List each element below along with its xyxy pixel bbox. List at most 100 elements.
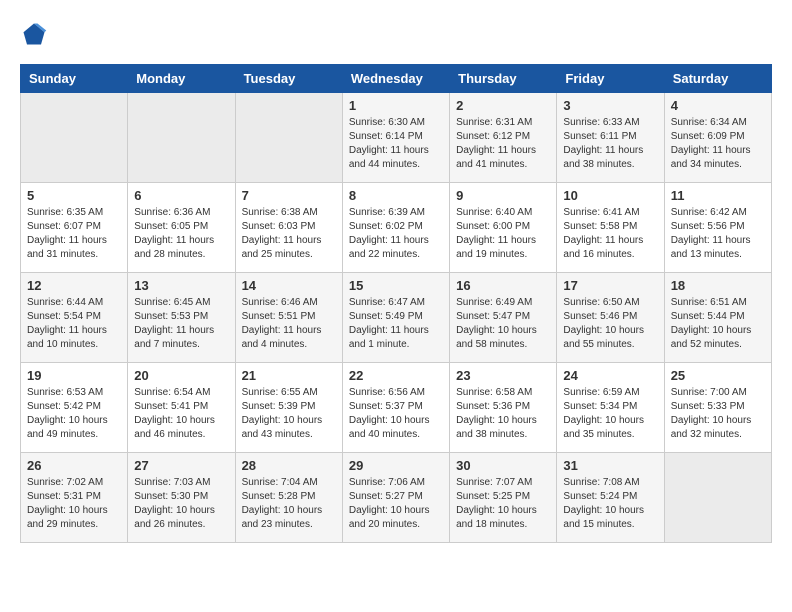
calendar-cell [21, 93, 128, 183]
day-info: Sunrise: 6:49 AM Sunset: 5:47 PM Dayligh… [456, 296, 550, 352]
calendar-cell: 11 Sunrise: 6:42 AM Sunset: 5:56 PM Dayli… [664, 183, 771, 273]
day-number: 29 [349, 458, 443, 473]
day-number: 11 [671, 188, 765, 203]
calendar-cell: 29 Sunrise: 7:06 AM Sunset: 5:27 PM Dayli… [342, 453, 449, 543]
calendar-cell: 24 Sunrise: 6:59 AM Sunset: 5:34 PM Dayli… [557, 363, 664, 453]
calendar-cell: 9 Sunrise: 6:40 AM Sunset: 6:00 PM Daylig… [450, 183, 557, 273]
calendar-cell [664, 453, 771, 543]
calendar-cell: 31 Sunrise: 7:08 AM Sunset: 5:24 PM Dayli… [557, 453, 664, 543]
day-info: Sunrise: 6:31 AM Sunset: 6:12 PM Dayligh… [456, 116, 550, 172]
calendar-table: SundayMondayTuesdayWednesdayThursdayFrid… [20, 64, 772, 543]
day-info: Sunrise: 7:07 AM Sunset: 5:25 PM Dayligh… [456, 476, 550, 532]
calendar-header-friday: Friday [557, 65, 664, 93]
calendar-cell [128, 93, 235, 183]
calendar-header-saturday: Saturday [664, 65, 771, 93]
day-number: 14 [242, 278, 336, 293]
day-number: 21 [242, 368, 336, 383]
calendar-header-row: SundayMondayTuesdayWednesdayThursdayFrid… [21, 65, 772, 93]
day-number: 26 [27, 458, 121, 473]
day-info: Sunrise: 6:50 AM Sunset: 5:46 PM Dayligh… [563, 296, 657, 352]
day-info: Sunrise: 6:36 AM Sunset: 6:05 PM Dayligh… [134, 206, 228, 262]
calendar-week-row: 5 Sunrise: 6:35 AM Sunset: 6:07 PM Daylig… [21, 183, 772, 273]
day-info: Sunrise: 6:40 AM Sunset: 6:00 PM Dayligh… [456, 206, 550, 262]
day-info: Sunrise: 6:55 AM Sunset: 5:39 PM Dayligh… [242, 386, 336, 442]
calendar-cell: 27 Sunrise: 7:03 AM Sunset: 5:30 PM Dayli… [128, 453, 235, 543]
calendar-cell: 15 Sunrise: 6:47 AM Sunset: 5:49 PM Dayli… [342, 273, 449, 363]
day-number: 15 [349, 278, 443, 293]
day-info: Sunrise: 6:54 AM Sunset: 5:41 PM Dayligh… [134, 386, 228, 442]
day-info: Sunrise: 7:03 AM Sunset: 5:30 PM Dayligh… [134, 476, 228, 532]
day-info: Sunrise: 6:47 AM Sunset: 5:49 PM Dayligh… [349, 296, 443, 352]
calendar-cell: 23 Sunrise: 6:58 AM Sunset: 5:36 PM Dayli… [450, 363, 557, 453]
day-number: 6 [134, 188, 228, 203]
calendar-cell: 10 Sunrise: 6:41 AM Sunset: 5:58 PM Dayli… [557, 183, 664, 273]
calendar-cell: 25Sunrise: 7:00 AM Sunset: 5:33 PM Dayli… [664, 363, 771, 453]
day-info: Sunrise: 6:33 AM Sunset: 6:11 PM Dayligh… [563, 116, 657, 172]
logo [20, 20, 52, 48]
calendar-week-row: 1Sunrise: 6:30 AM Sunset: 6:14 PM Daylig… [21, 93, 772, 183]
calendar-cell: 6 Sunrise: 6:36 AM Sunset: 6:05 PM Daylig… [128, 183, 235, 273]
calendar-cell: 20 Sunrise: 6:54 AM Sunset: 5:41 PM Dayli… [128, 363, 235, 453]
day-number: 7 [242, 188, 336, 203]
day-number: 3 [563, 98, 657, 113]
day-info: Sunrise: 7:08 AM Sunset: 5:24 PM Dayligh… [563, 476, 657, 532]
day-info: Sunrise: 7:00 AM Sunset: 5:33 PM Dayligh… [671, 386, 765, 442]
page-header [20, 20, 772, 48]
logo-icon [20, 20, 48, 48]
day-info: Sunrise: 6:51 AM Sunset: 5:44 PM Dayligh… [671, 296, 765, 352]
calendar-cell: 5 Sunrise: 6:35 AM Sunset: 6:07 PM Daylig… [21, 183, 128, 273]
day-number: 4 [671, 98, 765, 113]
day-info: Sunrise: 6:42 AM Sunset: 5:56 PM Dayligh… [671, 206, 765, 262]
day-info: Sunrise: 6:56 AM Sunset: 5:37 PM Dayligh… [349, 386, 443, 442]
calendar-header-wednesday: Wednesday [342, 65, 449, 93]
day-number: 17 [563, 278, 657, 293]
calendar-week-row: 19Sunrise: 6:53 AM Sunset: 5:42 PM Dayli… [21, 363, 772, 453]
day-number: 9 [456, 188, 550, 203]
calendar-cell: 3 Sunrise: 6:33 AM Sunset: 6:11 PM Daylig… [557, 93, 664, 183]
calendar-cell: 30 Sunrise: 7:07 AM Sunset: 5:25 PM Dayli… [450, 453, 557, 543]
calendar-header-thursday: Thursday [450, 65, 557, 93]
calendar-header-sunday: Sunday [21, 65, 128, 93]
day-info: Sunrise: 6:58 AM Sunset: 5:36 PM Dayligh… [456, 386, 550, 442]
calendar-cell [235, 93, 342, 183]
calendar-cell: 26 Sunrise: 7:02 AM Sunset: 5:31 PM Dayli… [21, 453, 128, 543]
day-info: Sunrise: 6:46 AM Sunset: 5:51 PM Dayligh… [242, 296, 336, 352]
calendar-week-row: 26 Sunrise: 7:02 AM Sunset: 5:31 PM Dayli… [21, 453, 772, 543]
day-number: 27 [134, 458, 228, 473]
day-number: 30 [456, 458, 550, 473]
day-info: Sunrise: 7:06 AM Sunset: 5:27 PM Dayligh… [349, 476, 443, 532]
day-info: Sunrise: 6:45 AM Sunset: 5:53 PM Dayligh… [134, 296, 228, 352]
day-number: 5 [27, 188, 121, 203]
day-info: Sunrise: 6:59 AM Sunset: 5:34 PM Dayligh… [563, 386, 657, 442]
day-number: 31 [563, 458, 657, 473]
day-info: Sunrise: 6:39 AM Sunset: 6:02 PM Dayligh… [349, 206, 443, 262]
day-number: 24 [563, 368, 657, 383]
calendar-cell: 22 Sunrise: 6:56 AM Sunset: 5:37 PM Dayli… [342, 363, 449, 453]
day-number: 12 [27, 278, 121, 293]
day-info: Sunrise: 7:02 AM Sunset: 5:31 PM Dayligh… [27, 476, 121, 532]
day-info: Sunrise: 6:53 AM Sunset: 5:42 PM Dayligh… [27, 386, 121, 442]
calendar-cell: 18Sunrise: 6:51 AM Sunset: 5:44 PM Dayli… [664, 273, 771, 363]
calendar-cell: 19Sunrise: 6:53 AM Sunset: 5:42 PM Dayli… [21, 363, 128, 453]
day-info: Sunrise: 6:30 AM Sunset: 6:14 PM Dayligh… [349, 116, 443, 172]
day-number: 22 [349, 368, 443, 383]
day-number: 23 [456, 368, 550, 383]
calendar-cell: 16 Sunrise: 6:49 AM Sunset: 5:47 PM Dayli… [450, 273, 557, 363]
calendar-cell: 14 Sunrise: 6:46 AM Sunset: 5:51 PM Dayli… [235, 273, 342, 363]
calendar-cell: 21 Sunrise: 6:55 AM Sunset: 5:39 PM Dayli… [235, 363, 342, 453]
calendar-cell: 28 Sunrise: 7:04 AM Sunset: 5:28 PM Dayli… [235, 453, 342, 543]
day-info: Sunrise: 6:35 AM Sunset: 6:07 PM Dayligh… [27, 206, 121, 262]
day-number: 28 [242, 458, 336, 473]
day-number: 20 [134, 368, 228, 383]
day-number: 10 [563, 188, 657, 203]
calendar-cell: 17 Sunrise: 6:50 AM Sunset: 5:46 PM Dayli… [557, 273, 664, 363]
day-info: Sunrise: 7:04 AM Sunset: 5:28 PM Dayligh… [242, 476, 336, 532]
calendar-header-tuesday: Tuesday [235, 65, 342, 93]
day-info: Sunrise: 6:44 AM Sunset: 5:54 PM Dayligh… [27, 296, 121, 352]
calendar-cell: 1Sunrise: 6:30 AM Sunset: 6:14 PM Daylig… [342, 93, 449, 183]
calendar-cell: 7 Sunrise: 6:38 AM Sunset: 6:03 PM Daylig… [235, 183, 342, 273]
day-info: Sunrise: 6:38 AM Sunset: 6:03 PM Dayligh… [242, 206, 336, 262]
day-info: Sunrise: 6:41 AM Sunset: 5:58 PM Dayligh… [563, 206, 657, 262]
calendar-cell: 12 Sunrise: 6:44 AM Sunset: 5:54 PM Dayli… [21, 273, 128, 363]
day-number: 16 [456, 278, 550, 293]
